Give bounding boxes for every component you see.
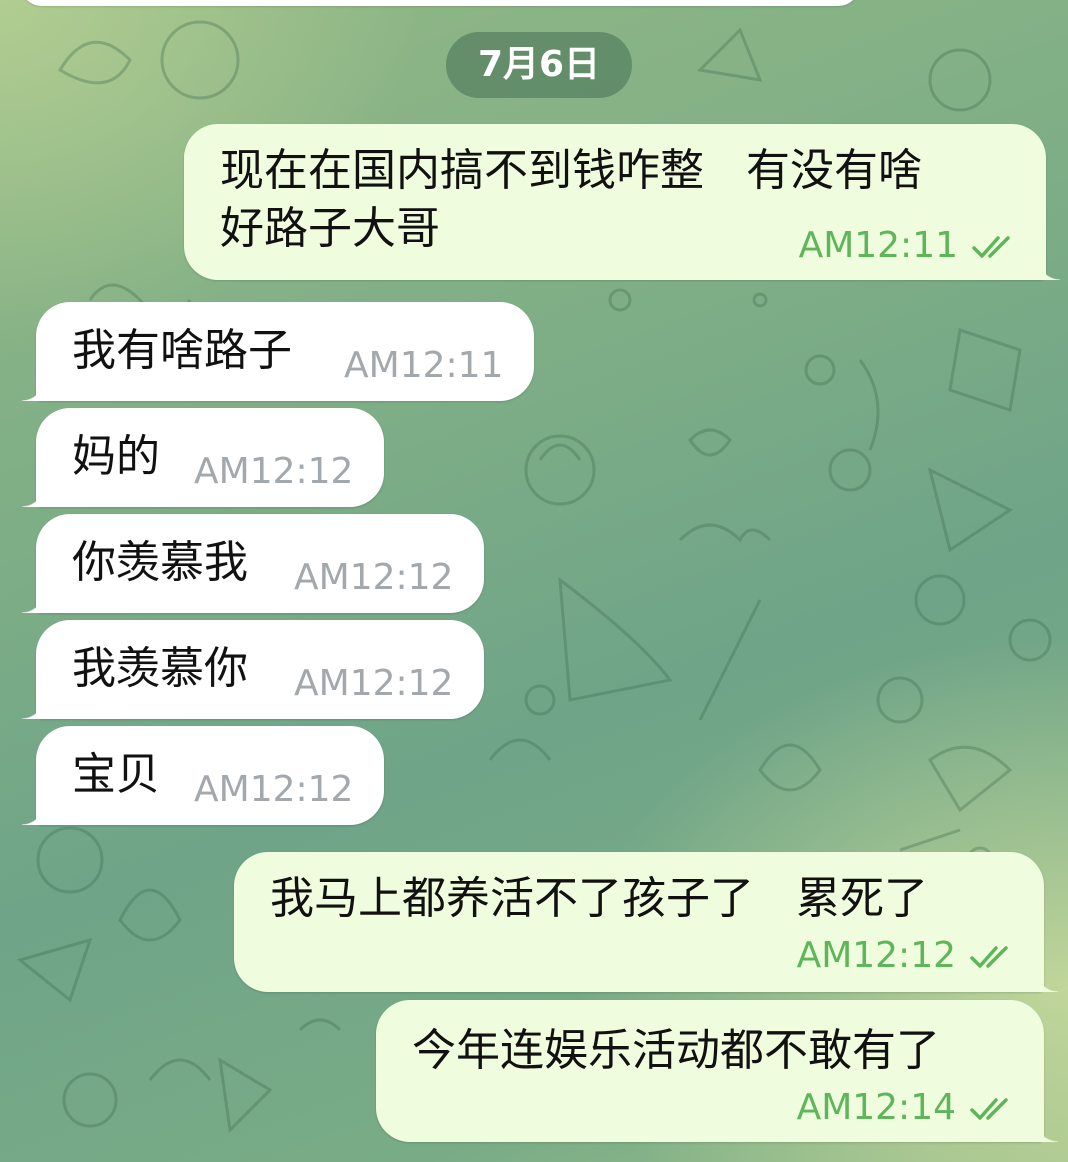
message-bubble-incoming[interactable]: 妈的 AM12:12	[22, 408, 384, 507]
message-text: 妈的	[72, 431, 160, 482]
message-text: 你羡慕我	[72, 537, 248, 588]
message-text: 宝贝	[72, 749, 160, 800]
message-text: 我有啥路子	[72, 325, 292, 376]
message-bubble-incoming[interactable]: 我羡慕你 AM12:12	[22, 620, 484, 719]
message-timestamp: AM12:12	[294, 663, 454, 704]
double-check-icon	[970, 946, 1008, 968]
message-timestamp: AM12:11	[344, 345, 504, 386]
date-separator: 7月6日	[446, 32, 632, 98]
message-bubble-incoming[interactable]: 你羡慕我 AM12:12	[22, 514, 484, 613]
message-text-line: 好路子大哥	[220, 203, 440, 254]
previous-message-bubble-edge	[20, 0, 860, 6]
double-check-icon	[972, 236, 1010, 258]
message-timestamp: AM12:11	[798, 225, 958, 266]
message-text: 我羡慕你	[72, 643, 248, 694]
message-bubble-outgoing[interactable]: 现在在国内搞不到钱咋整 有没有啥 好路子大哥 AM12:11	[184, 124, 1060, 280]
message-timestamp: AM12:12	[194, 769, 354, 810]
message-timestamp: AM12:14	[796, 1087, 956, 1128]
message-bubble-outgoing[interactable]: 今年连娱乐活动都不敢有了 AM12:14	[376, 1000, 1058, 1142]
message-bubble-outgoing[interactable]: 我马上都养活不了孩子了 累死了 AM12:12	[234, 852, 1058, 992]
message-timestamp: AM12:12	[796, 935, 956, 976]
message-text: 今年连娱乐活动都不敢有了	[412, 1025, 940, 1076]
message-text: 我马上都养活不了孩子了 累死了	[270, 873, 928, 924]
double-check-icon	[970, 1098, 1008, 1120]
message-timestamp: AM12:12	[294, 557, 454, 598]
message-bubble-incoming[interactable]: 我有啥路子 AM12:11	[22, 302, 534, 401]
message-timestamp: AM12:12	[194, 451, 354, 492]
message-text-line: 现在在国内搞不到钱咋整 有没有啥	[220, 145, 922, 196]
message-bubble-incoming[interactable]: 宝贝 AM12:12	[22, 726, 384, 825]
